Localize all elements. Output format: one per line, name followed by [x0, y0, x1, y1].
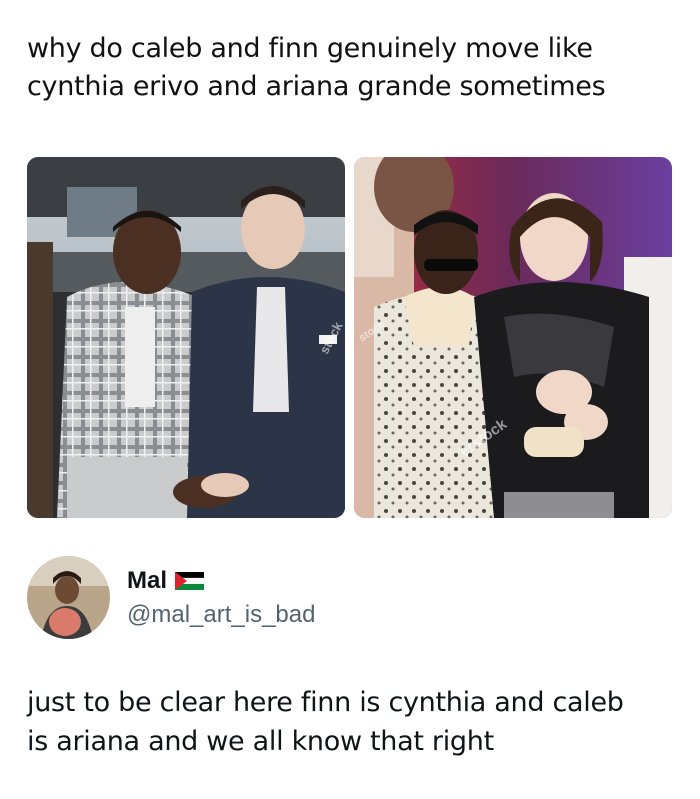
reply-text: just to be clear here finn is cynthia an…: [27, 683, 677, 761]
reply-text-line-1: just to be clear here finn is cynthia an…: [27, 687, 624, 718]
author-name-row: Mal: [127, 566, 205, 596]
avatar[interactable]: [27, 556, 110, 639]
avatar-image: [27, 556, 110, 639]
photo-right-image: stock erstock: [354, 157, 672, 518]
post-caption: why do caleb and finn genuinely move lik…: [27, 30, 677, 106]
reply-author: Mal @mal_art_is_bad: [27, 556, 667, 640]
post-caption-line-2: cynthia erivo and ariana grande sometime…: [27, 71, 606, 102]
photo-left-image: stock: [27, 157, 345, 518]
author-name[interactable]: Mal: [127, 567, 167, 595]
reply-text-line-2: is ariana and we all know that right: [27, 726, 494, 757]
photo-left[interactable]: stock: [27, 157, 345, 518]
post-caption-line-1: why do caleb and finn genuinely move lik…: [27, 33, 593, 64]
author-handle[interactable]: @mal_art_is_bad: [127, 601, 315, 629]
photo-right[interactable]: stock erstock: [354, 157, 672, 518]
palestine-flag-icon: [175, 572, 205, 590]
